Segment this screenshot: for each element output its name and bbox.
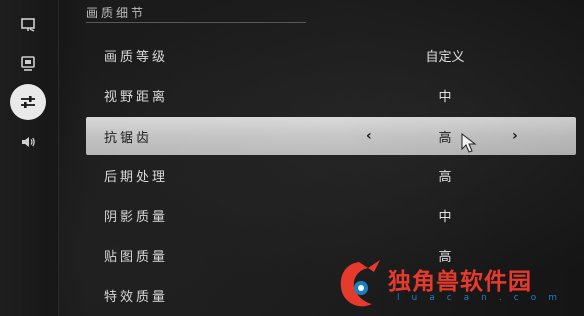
setting-row-quality-level[interactable]: 画质等级 自定义: [86, 36, 576, 74]
sliders-icon: [21, 96, 35, 108]
setting-value: 自定义: [425, 49, 465, 65]
setting-value: 高: [438, 169, 452, 185]
mouse-cursor-icon: [461, 133, 477, 153]
watermark-brand: 独角兽软件园: [388, 269, 532, 295]
setting-label: 贴图质量: [104, 249, 169, 265]
sidebar-monitor-button[interactable]: [10, 46, 46, 82]
setting-row-shadow-quality[interactable]: 阴影质量 中: [86, 196, 576, 234]
sidebar-graphics-button[interactable]: [10, 84, 46, 120]
watermark-url: luacan.com: [397, 293, 569, 303]
setting-label: 特效质量: [104, 289, 169, 305]
setting-label: 阴影质量: [104, 209, 169, 225]
setting-row-view-distance[interactable]: 视野距离 中: [86, 76, 576, 114]
settings-sidebar: [0, 0, 59, 316]
sidebar-display-button[interactable]: [10, 7, 46, 43]
chevron-right-icon[interactable]: ›: [512, 128, 518, 144]
setting-value: 中: [438, 209, 452, 225]
monitor-icon: [21, 56, 35, 71]
setting-label: 抗锯齿: [104, 130, 153, 146]
setting-row-post-processing[interactable]: 后期处理 高: [86, 156, 576, 194]
display-icon: [21, 18, 35, 32]
chevron-left-icon[interactable]: ‹: [366, 128, 372, 144]
setting-value: 中: [438, 89, 452, 105]
section-title: 画质细节: [86, 4, 306, 23]
setting-label: 后期处理: [104, 169, 169, 185]
setting-label: 视野距离: [104, 89, 169, 105]
speaker-icon: [22, 137, 35, 147]
setting-row-anti-aliasing[interactable]: 抗锯齿 ‹ 高 ›: [86, 117, 576, 155]
sidebar-audio-button[interactable]: [10, 124, 46, 160]
setting-label: 画质等级: [104, 49, 169, 65]
unicorn-logo-icon: [340, 260, 380, 307]
watermark: 独角兽软件园 luacan.com: [330, 256, 584, 316]
